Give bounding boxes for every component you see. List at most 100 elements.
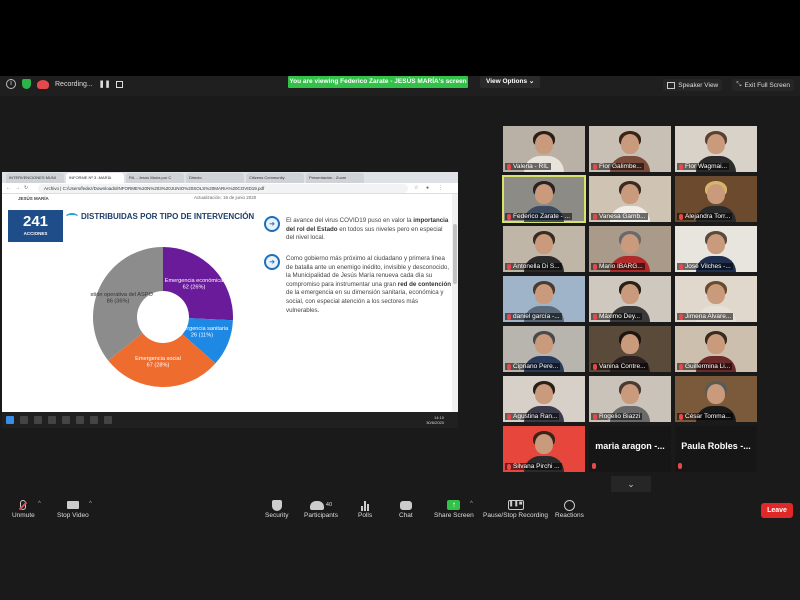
share-screen-button[interactable]: ↑ Share Screen — [434, 498, 474, 519]
stop-video-button[interactable]: Stop Video — [57, 498, 89, 519]
actions-badge: 241 ACCIONES — [8, 210, 63, 242]
participant-tile[interactable]: Vanesa Gamb... — [589, 176, 671, 222]
participant-tile[interactable]: Flor Wagmai... — [675, 126, 757, 172]
participant-tile[interactable]: Silvana Pirchi ... — [503, 426, 585, 472]
pause-stop-recording-button[interactable]: ❚❚■ Pause/Stop Recording — [483, 498, 548, 519]
video-options-caret-icon[interactable]: ^ — [89, 501, 92, 507]
browser-tab-active[interactable]: INFORME Nº 3 -MARÍA — [66, 173, 124, 183]
encryption-shield-icon[interactable] — [22, 79, 31, 89]
url-field[interactable]: Archivo | C:/Users/fedez/Downloads/INFOR… — [38, 184, 408, 193]
view-options-button[interactable]: View Options ⌄ — [480, 76, 541, 88]
bullet-arrow-icon: ➜ — [264, 254, 280, 270]
reactions-button[interactable]: Reactions — [555, 498, 584, 519]
recording-label: Recording... — [55, 80, 93, 88]
browser-tab[interactable]: Directo — [186, 173, 244, 183]
share-screen-arrow-icon: ↑ — [447, 500, 461, 510]
participant-name: Paula Robles -... — [681, 441, 751, 451]
taskbar-app-icon[interactable] — [34, 416, 42, 424]
bookmark-star-icon[interactable]: ☆ — [414, 185, 418, 191]
shared-screen: INTERVENCIONES MUNI INFORME Nº 3 -MARÍA … — [2, 172, 458, 428]
paragraph-2: Como gobierno más próximo al ciudadano y… — [286, 255, 452, 315]
muted-mic-icon — [679, 263, 683, 270]
brand-label: JESÚS MARÍA — [18, 196, 49, 201]
participant-tile[interactable]: Rogelio Biazzi — [589, 376, 671, 422]
audio-options-caret-icon[interactable]: ^ — [38, 501, 41, 507]
participant-tile[interactable]: Antonella Di S... — [503, 226, 585, 272]
browser-tab[interactable]: RIL - Jesús María por C — [126, 173, 184, 183]
video-camera-icon — [66, 501, 79, 509]
participant-tile[interactable]: Guillermina Li... — [675, 326, 757, 372]
participant-name-tag: Alejandra Torr... — [677, 213, 733, 220]
pause-recording-icon[interactable]: ❚❚ — [99, 80, 111, 88]
participant-name-tag: Mario IBARG... — [591, 263, 645, 270]
scrollbar-thumb[interactable] — [453, 224, 457, 284]
participant-tile[interactable]: Paula Robles -... — [675, 426, 757, 472]
menu-dots-icon[interactable]: ⋮ — [438, 185, 443, 191]
zoom-window: i Recording... ❚❚ You are viewing Federi… — [0, 0, 800, 600]
exit-full-screen-button[interactable]: ⤡ Exit Full Screen — [732, 79, 794, 91]
participant-name: Jimena Alvare... — [685, 313, 732, 320]
participants-button[interactable]: 40 Participants — [304, 498, 338, 519]
windows-start-icon[interactable] — [6, 416, 14, 424]
leave-meeting-button[interactable]: Leave — [761, 503, 793, 518]
taskbar-app-icon[interactable] — [62, 416, 70, 424]
browser-tab[interactable]: Citizens Community — [246, 173, 304, 183]
participant-tile[interactable]: daniel garcía -... — [503, 276, 585, 322]
security-button[interactable]: Security — [265, 498, 288, 519]
unmute-button[interactable]: Unmute — [12, 498, 35, 519]
participant-name: Rogelio Biazzi — [599, 413, 641, 420]
viewing-screen-banner: You are viewing Federico Zarate - JESÚS … — [288, 76, 468, 88]
muted-mic-icon — [507, 263, 511, 270]
meeting-toolbar: Unmute ^ Stop Video ^ Security 40 Partic… — [0, 496, 800, 526]
share-options-caret-icon[interactable]: ^ — [470, 501, 473, 507]
back-icon[interactable]: ← — [6, 185, 11, 191]
participant-tile[interactable]: Jimena Alvare... — [675, 276, 757, 322]
speaker-view-button[interactable]: Speaker View — [663, 79, 723, 91]
taskbar-search-icon[interactable] — [20, 416, 28, 424]
participant-name: Guillermina Li... — [685, 363, 731, 370]
profile-icon[interactable]: ● — [426, 185, 429, 191]
participant-name: Valeria - RIL — [513, 163, 549, 170]
participant-tile[interactable]: Cipriano Pere... — [503, 326, 585, 372]
taskbar-app-icon[interactable] — [48, 416, 56, 424]
participant-tile[interactable]: Vanina Contre... — [589, 326, 671, 372]
participant-name-tag: José Vilches -... — [677, 263, 733, 270]
browser-tab[interactable]: Presentación - Zoom — [306, 173, 364, 183]
muted-mic-icon — [507, 213, 511, 220]
muted-mic-icon — [593, 263, 597, 270]
participant-name: José Vilches -... — [685, 263, 731, 270]
participant-tile[interactable]: César Tomma... — [675, 376, 757, 422]
taskbar-app-icon[interactable] — [90, 416, 98, 424]
muted-mic-icon — [592, 463, 596, 469]
taskbar-clock[interactable]: 14:10 30/6/2020 — [426, 415, 444, 425]
top-left-controls: i Recording... ❚❚ — [6, 79, 124, 89]
share-screen-label: Share Screen — [434, 512, 474, 519]
chat-button[interactable]: Chat — [399, 498, 413, 519]
participant-tile[interactable]: Mario IBARG... — [589, 226, 671, 272]
forward-icon[interactable]: → — [15, 185, 20, 191]
polls-button[interactable]: Polls — [358, 498, 372, 519]
participant-tile[interactable]: Flor Galimbe... — [589, 126, 671, 172]
participant-tile[interactable]: Agustina Ran... — [503, 376, 585, 422]
participant-tile[interactable]: Máximo Dey... — [589, 276, 671, 322]
participant-tile[interactable]: José Vilches -... — [675, 226, 757, 272]
pdf-scrollbar[interactable] — [452, 194, 458, 412]
participant-name-tag: Rogelio Biazzi — [591, 413, 643, 420]
browser-tab[interactable]: INTERVENCIONES MUNI — [6, 173, 64, 183]
info-icon[interactable]: i — [6, 79, 16, 89]
speaker-view-icon — [667, 81, 676, 89]
stop-recording-icon[interactable] — [116, 80, 124, 88]
participant-face — [621, 234, 639, 254]
participant-name-tag: Vanina Contre... — [591, 363, 648, 370]
participant-tile[interactable]: Alejandra Torr... — [675, 176, 757, 222]
participant-tile[interactable]: maria aragon -... — [589, 426, 671, 472]
reload-icon[interactable]: ↻ — [24, 185, 28, 191]
participant-tile[interactable]: Valeria - RIL — [503, 126, 585, 172]
taskbar-app-icon[interactable] — [76, 416, 84, 424]
gallery-next-page-button[interactable]: ⌄ — [611, 476, 651, 492]
participant-name-tag: Vanesa Gamb... — [591, 213, 648, 220]
updated-label: Actualización: 15 de junio 2020 — [194, 195, 257, 200]
participant-tile[interactable]: Federico Zarate - ... — [502, 175, 586, 223]
taskbar-app-icon[interactable] — [104, 416, 112, 424]
muted-mic-icon — [593, 313, 597, 320]
